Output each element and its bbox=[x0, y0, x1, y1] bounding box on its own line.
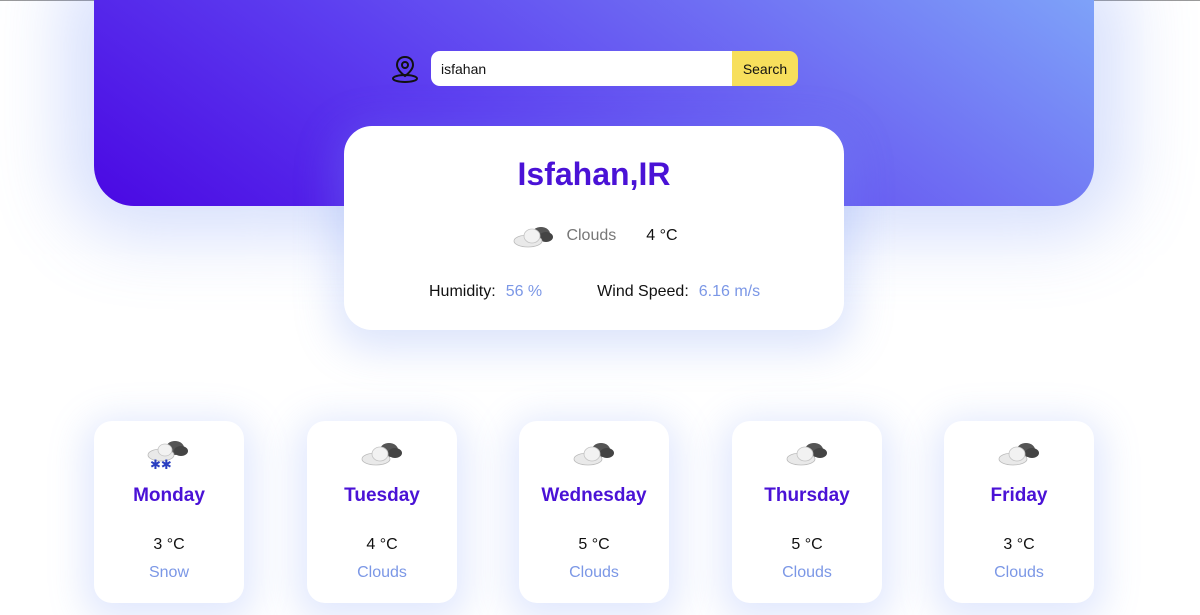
forecast-day: Wednesday bbox=[541, 485, 647, 506]
current-stats: Humidity: 56 % Wind Speed: 6.16 m/s bbox=[429, 283, 760, 301]
wind-speed-label: Wind Speed: bbox=[597, 283, 689, 300]
forecast-card-friday: Friday 3 °C Clouds bbox=[944, 421, 1094, 603]
current-condition-row: Clouds 4 °C bbox=[344, 222, 844, 250]
forecast-temp: 5 °C bbox=[791, 536, 823, 553]
current-weather-card: Isfahan,IR Clouds 4 °C Humidity: 56 % Wi… bbox=[344, 126, 844, 330]
forecast-condition: Clouds bbox=[569, 564, 619, 581]
current-temperature: 4 °C bbox=[646, 227, 678, 244]
forecast-condition: Clouds bbox=[782, 564, 832, 581]
city-title: Isfahan,IR bbox=[517, 156, 671, 192]
forecast-card-monday: ✱✱ Monday 3 °C Snow bbox=[94, 421, 244, 603]
cloud-icon bbox=[358, 439, 406, 471]
forecast-temp: 3 °C bbox=[1003, 536, 1035, 553]
current-condition: Clouds bbox=[566, 227, 617, 244]
forecast-condition: Clouds bbox=[994, 564, 1044, 581]
forecast-day: Tuesday bbox=[344, 485, 420, 506]
humidity-value: 56 % bbox=[505, 283, 543, 300]
cloud-icon bbox=[783, 439, 831, 471]
forecast-day: Monday bbox=[133, 485, 205, 506]
forecast-day: Thursday bbox=[764, 485, 850, 506]
forecast-temp: 5 °C bbox=[578, 536, 610, 553]
forecast-temp: 4 °C bbox=[366, 536, 398, 553]
cloud-icon bbox=[995, 439, 1043, 471]
forecast-day: Friday bbox=[990, 485, 1048, 506]
snow-cloud-icon: ✱✱ bbox=[145, 439, 193, 473]
location-pin-icon[interactable] bbox=[389, 53, 421, 85]
forecast-card-tuesday: Tuesday 4 °C Clouds bbox=[307, 421, 457, 603]
wind-speed-value: 6.16 m/s bbox=[698, 283, 761, 300]
search-input[interactable] bbox=[431, 51, 732, 86]
search-button[interactable]: Search bbox=[732, 51, 798, 86]
forecast-card-wednesday: Wednesday 5 °C Clouds bbox=[519, 421, 669, 603]
forecast-temp: 3 °C bbox=[153, 536, 185, 553]
cloud-icon bbox=[570, 439, 618, 471]
cloud-icon bbox=[510, 222, 556, 250]
svg-text:✱✱: ✱✱ bbox=[150, 458, 172, 471]
humidity-label: Humidity: bbox=[429, 283, 496, 300]
forecast-card-thursday: Thursday 5 °C Clouds bbox=[732, 421, 882, 603]
forecast-condition: Clouds bbox=[357, 564, 407, 581]
forecast-condition: Snow bbox=[148, 564, 190, 581]
search-bar: Search bbox=[389, 51, 798, 86]
